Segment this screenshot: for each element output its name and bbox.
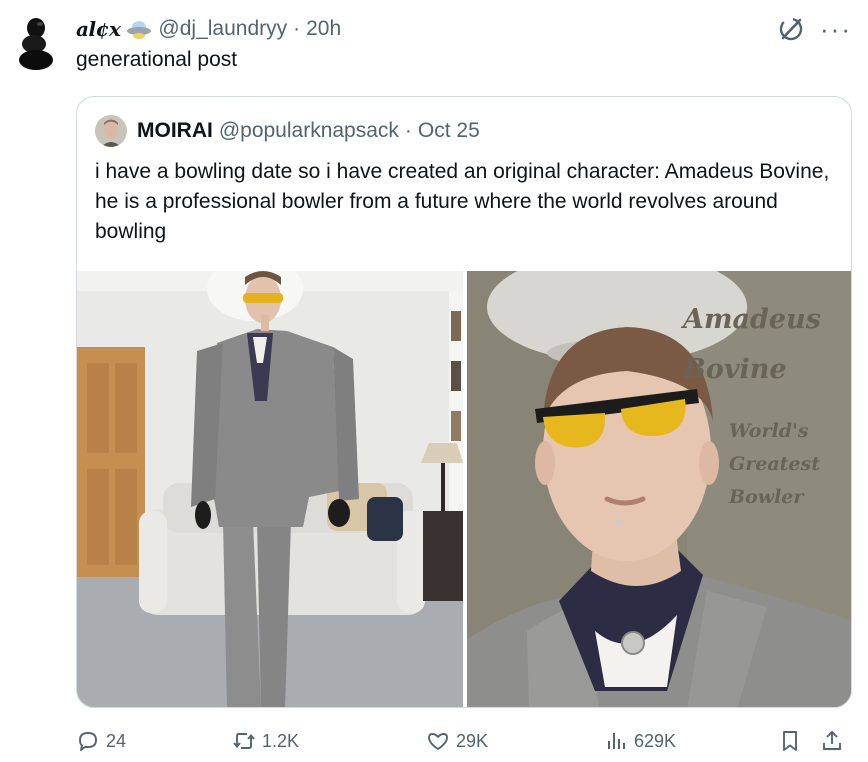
bookmark-button[interactable] xyxy=(778,726,802,756)
share-icon xyxy=(823,730,841,750)
author-avatar[interactable] xyxy=(14,14,58,72)
views-icon xyxy=(608,733,625,749)
overlay-sub-line: Greatest xyxy=(729,453,820,475)
quote-text: i have a bowling date so i have created … xyxy=(95,160,830,243)
views-count: 629K xyxy=(634,730,677,751)
overlay-title-line: Bovine xyxy=(683,354,787,385)
media-grid: Amadeus Bovine World's Greatest Bowler xyxy=(77,271,851,707)
quote-date[interactable]: Oct 25 xyxy=(418,119,480,143)
separator-dot: · xyxy=(404,119,412,142)
photo-portrait[interactable]: Amadeus Bovine World's Greatest Bowler xyxy=(467,271,851,707)
top-icons: ··· xyxy=(776,14,852,44)
repost-icon xyxy=(233,733,255,749)
image-overlay-title: Amadeus Bovine xyxy=(683,295,843,395)
like-button[interactable]: 29K xyxy=(426,726,488,756)
views-button[interactable]: 629K xyxy=(604,726,676,756)
overlay-sub-line: Bowler xyxy=(729,486,804,508)
reply-count: 24 xyxy=(106,730,127,751)
bookmark-icon xyxy=(783,731,797,751)
like-icon xyxy=(428,733,448,750)
quote-author-handle[interactable]: @popularknapsack xyxy=(219,119,399,143)
author-handle[interactable]: @dj_laundryy xyxy=(158,17,287,41)
share-button[interactable] xyxy=(820,726,844,756)
quoted-tweet[interactable]: MOIRAI @popularknapsack · Oct 25 i have … xyxy=(76,96,852,708)
action-bar: 24 1.2K 29K 629K xyxy=(76,726,852,756)
repost-button[interactable]: 1.2K xyxy=(232,726,299,756)
photo-full-body[interactable] xyxy=(77,271,463,707)
quote-avatar[interactable] xyxy=(95,115,127,147)
overlay-title-line: Amadeus xyxy=(683,304,821,335)
quote-author-name[interactable]: MOIRAI xyxy=(137,119,213,143)
more-icon[interactable]: ··· xyxy=(820,16,852,42)
repost-count: 1.2K xyxy=(262,730,300,751)
ufo-emoji-icon xyxy=(126,18,152,40)
grok-icon[interactable] xyxy=(776,14,806,44)
overlay-sub-line: World's xyxy=(729,420,809,442)
author-display-name[interactable]: al¢x xyxy=(76,17,121,41)
tweet-text: generational post xyxy=(76,48,238,71)
image-overlay-subtitle: World's Greatest Bowler xyxy=(729,415,849,514)
reply-button[interactable]: 24 xyxy=(76,726,126,756)
separator-dot: · xyxy=(293,17,301,40)
like-count: 29K xyxy=(456,730,489,751)
reply-icon xyxy=(79,732,97,751)
tweet-time[interactable]: 20h xyxy=(306,17,341,41)
quote-header: MOIRAI @popularknapsack · Oct 25 xyxy=(95,115,480,147)
tweet-header: al¢x @dj_laundryy · 20h xyxy=(76,16,341,42)
